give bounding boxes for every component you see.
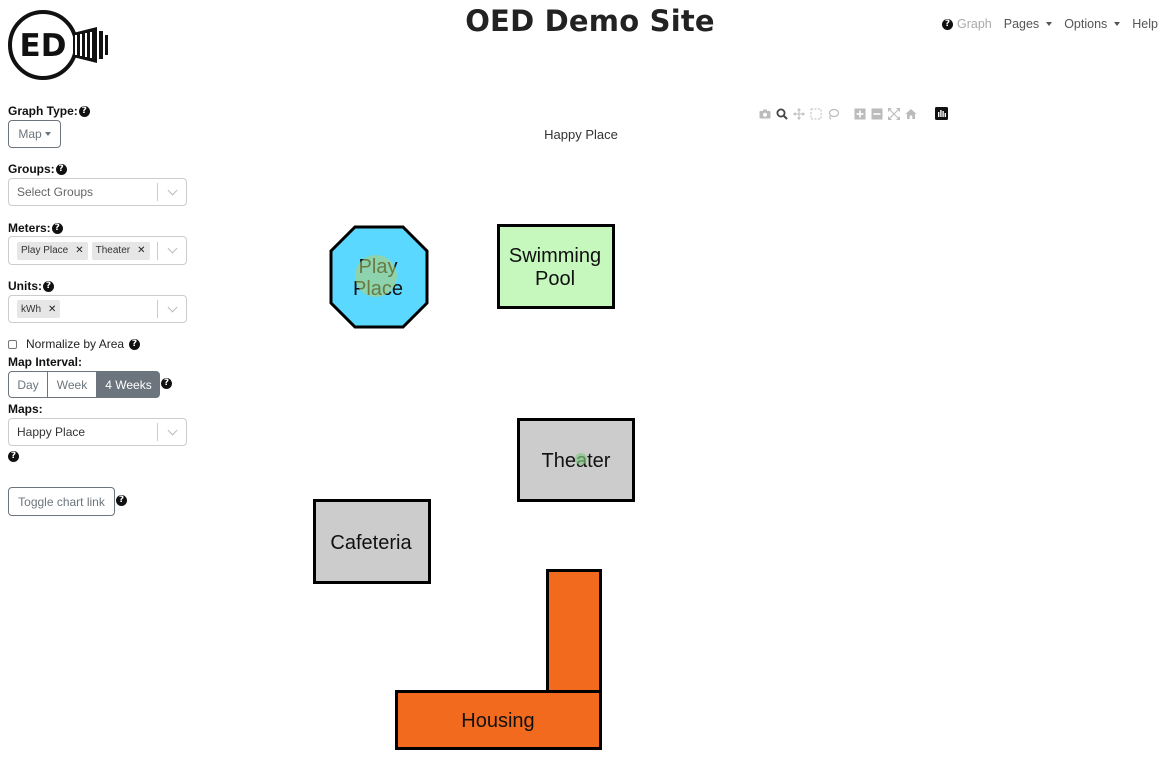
meter-marker-play-place[interactable]: [355, 255, 397, 297]
campus-map[interactable]: Play Place Swimming Pool Theater Cafeter…: [0, 0, 1162, 767]
building-swimming-pool: Swimming Pool: [497, 224, 615, 309]
building-label-swimming-pool: Swimming: [509, 245, 601, 267]
building-label-housing: Housing: [461, 710, 534, 732]
building-housing: Housing: [395, 569, 602, 750]
meter-marker-theater[interactable]: [575, 453, 587, 465]
building-label-cafeteria: Cafeteria: [330, 532, 412, 554]
building-cafeteria: Cafeteria: [313, 499, 431, 584]
building-label-swimming-pool-2: Pool: [535, 268, 575, 290]
